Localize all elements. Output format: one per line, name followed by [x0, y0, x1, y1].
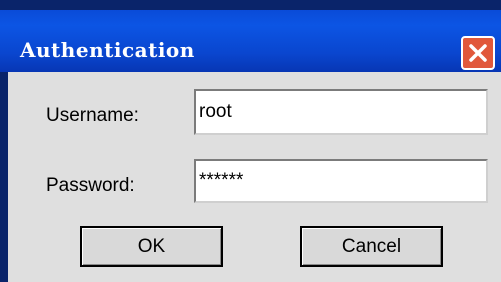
ok-label: OK — [137, 236, 166, 257]
close-button[interactable] — [461, 36, 495, 70]
ok-button[interactable]: OK — [80, 226, 223, 267]
dialog-title: Authentication — [20, 38, 195, 62]
close-icon — [469, 44, 487, 62]
username-input[interactable] — [196, 91, 486, 133]
password-input[interactable] — [196, 161, 486, 201]
dialog-body: Username: Password: OK Cancel — [8, 72, 501, 282]
title-bar[interactable]: Authentication — [0, 10, 501, 72]
password-field[interactable] — [194, 159, 488, 203]
authentication-dialog: Authentication Username: Password: OK Ca… — [0, 0, 501, 282]
username-label: Username: — [46, 105, 139, 126]
username-field[interactable] — [194, 89, 488, 135]
cancel-button[interactable]: Cancel — [300, 226, 443, 267]
cancel-label: Cancel — [341, 236, 402, 257]
password-label: Password: — [46, 175, 135, 196]
